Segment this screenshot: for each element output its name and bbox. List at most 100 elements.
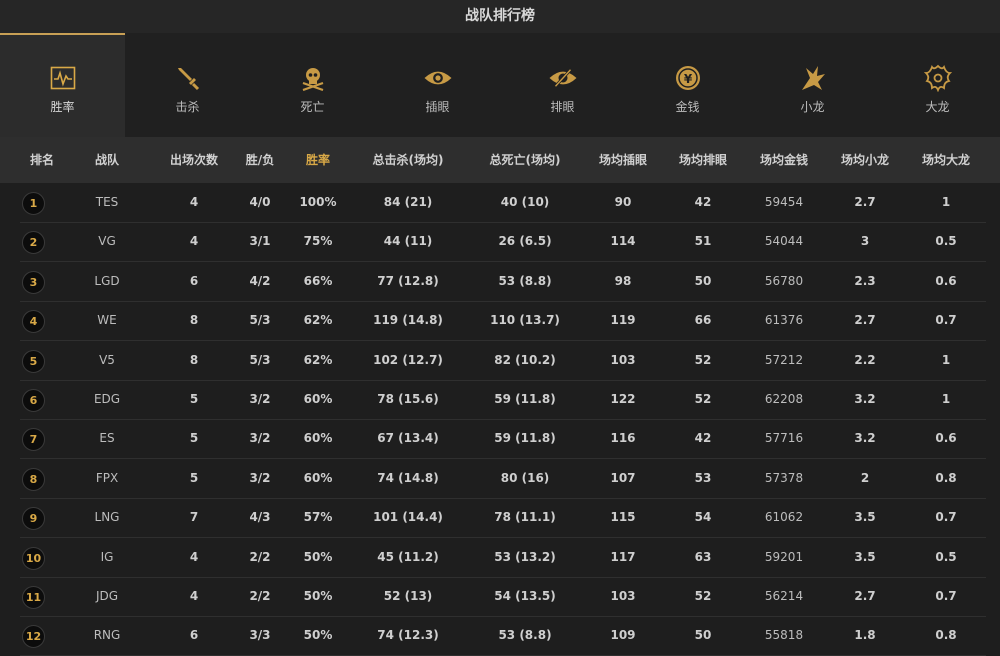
win-loss: 3/2 <box>249 392 271 406</box>
dragons-value: 2.2 <box>854 352 876 367</box>
winrate-value: 50% <box>303 628 333 643</box>
tab-gold[interactable]: ¥ 金钱 <box>625 33 750 137</box>
barons-value: 0.7 <box>935 510 957 525</box>
barons-value: 1 <box>941 392 951 406</box>
table-row[interactable]: 3 LGD 6 4/2 66% 77 (12.8) 53 (8.8) 98 50 56780 2.3… <box>20 262 986 302</box>
kills-value: 45 (11.2) <box>377 549 439 564</box>
gold-value: 59454 <box>764 195 804 209</box>
gold-value: 55818 <box>764 628 804 643</box>
winrate-value: 50% <box>303 549 333 564</box>
table-row[interactable]: 1 TES 4 4/0 100% 84 (21) 40 (10) 90 42 59454 2.7 1 <box>20 183 986 223</box>
wards-cleared-value: 50 <box>694 628 712 643</box>
barons-value: 1 <box>941 195 951 209</box>
deaths-value: 59 (11.8) <box>494 431 556 446</box>
tab-wards-cleared[interactable]: 排眼 <box>500 33 625 137</box>
col-winrate[interactable]: 胜率 <box>306 137 330 183</box>
tab-barons[interactable]: 大龙 <box>875 33 1000 137</box>
winrate-value: 62% <box>303 313 333 328</box>
barons-value: 0.5 <box>935 549 957 564</box>
rank-badge: 8 <box>22 467 45 491</box>
wards-placed-value: 117 <box>610 549 636 564</box>
table-row[interactable]: 7 ES 5 3/2 60% 67 (13.4) 59 (11.8) 116 42 57716 3.… <box>20 419 986 460</box>
games-played: 8 <box>189 313 199 328</box>
dragons-value: 1.8 <box>854 628 876 643</box>
wards-cleared-value: 51 <box>694 234 712 249</box>
tab-winrate[interactable]: 胜率 <box>0 33 125 137</box>
wards-placed-value: 103 <box>610 589 636 603</box>
table-row[interactable]: 9 LNG 7 4/3 57% 101 (14.4) 78 (11.1) 115 54 61062… <box>20 498 986 539</box>
table-row[interactable]: 8 FPX 5 3/2 60% 74 (14.8) 80 (16) 107 53 57378 2 0.… <box>20 459 986 499</box>
wards-placed-value: 116 <box>610 431 636 446</box>
wards-cleared-value: 53 <box>694 470 712 485</box>
team-name: WE <box>97 313 117 328</box>
col-deaths: 总死亡(场均) <box>489 153 561 167</box>
dragon-icon <box>798 63 828 93</box>
games-played: 5 <box>189 470 199 485</box>
team-name: VG <box>98 234 116 249</box>
wards-cleared-value: 66 <box>694 313 712 328</box>
col-win-loss: 胜/负 <box>245 153 275 167</box>
kills-value: 101 (14.4) <box>373 510 443 525</box>
barons-value: 0.5 <box>935 234 957 249</box>
rank-badge: 6 <box>22 389 45 412</box>
table-row[interactable]: 2 VG 4 3/1 75% 44 (11) 26 (6.5) 114 51 54044 3 0.5 <box>20 222 986 263</box>
col-dragons: 场均小龙 <box>840 153 890 167</box>
tab-label: 小龙 <box>800 100 825 114</box>
barons-value: 1 <box>941 352 951 367</box>
dragons-value: 3.2 <box>854 392 876 406</box>
dragons-value: 3.5 <box>854 549 876 564</box>
col-barons: 场均大龙 <box>921 153 971 167</box>
win-loss: 2/2 <box>249 589 271 603</box>
rank-badge: 11 <box>22 586 45 609</box>
deaths-value: 110 (13.7) <box>490 313 560 328</box>
tab-wards-placed[interactable]: 插眼 <box>375 33 500 137</box>
table-row[interactable]: 11 JDG 4 2/2 50% 52 (13) 54 (13.5) 103 52 56214 2.… <box>20 577 986 617</box>
ranking-table: 1 TES 4 4/0 100% 84 (21) 40 (10) 90 42 59454 2.7 1 2… <box>0 183 1000 656</box>
barons-value: 0.7 <box>935 313 957 328</box>
skull-icon <box>298 63 328 93</box>
games-played: 8 <box>189 352 199 367</box>
table-row[interactable]: 5 V5 8 5/3 62% 102 (12.7) 82 (10.2) 103 52 57212 2… <box>20 341 986 381</box>
gold-value: 59201 <box>764 549 804 564</box>
gold-value: 61062 <box>764 510 804 525</box>
wards-placed-value: 115 <box>610 510 636 525</box>
table-row[interactable]: 6 EDG 5 3/2 60% 78 (15.6) 59 (11.8) 122 52 62208 3… <box>20 380 986 420</box>
page-title: 战队排行榜 <box>0 0 1000 33</box>
dragons-value: 3 <box>860 234 870 249</box>
tab-label: 插眼 <box>425 100 450 114</box>
kills-value: 78 (15.6) <box>377 392 439 406</box>
kills-value: 74 (14.8) <box>377 470 439 485</box>
win-loss: 5/3 <box>249 352 271 367</box>
games-played: 5 <box>189 392 199 406</box>
table-row[interactable]: 10 IG 4 2/2 50% 45 (11.2) 53 (13.2) 117 63 59201 3… <box>20 538 986 578</box>
winrate-value: 75% <box>303 234 333 249</box>
tab-label: 大龙 <box>925 100 950 114</box>
deaths-value: 53 (8.8) <box>498 628 552 643</box>
rank-badge: 9 <box>22 507 45 531</box>
gold-value: 57378 <box>764 470 804 485</box>
rank-badge: 3 <box>22 270 45 294</box>
kills-value: 67 (13.4) <box>377 431 439 446</box>
deaths-value: 53 (13.2) <box>494 549 556 564</box>
win-loss: 4/0 <box>249 195 271 209</box>
col-kills: 总击杀(场均) <box>372 153 444 167</box>
kills-value: 119 (14.8) <box>373 313 443 328</box>
rank-badge: 2 <box>22 231 45 255</box>
rank-badge: 7 <box>22 428 45 452</box>
dragons-value: 2.7 <box>854 589 876 603</box>
table-row[interactable]: 12 RNG 6 3/3 50% 74 (12.3) 53 (8.8) 109 50 55818 1… <box>20 616 986 656</box>
winrate-value: 50% <box>303 589 333 603</box>
tab-label: 击杀 <box>175 100 200 114</box>
tab-kills[interactable]: 击杀 <box>125 33 250 137</box>
games-played: 4 <box>189 549 199 564</box>
baron-icon <box>923 63 953 93</box>
dragons-value: 2.7 <box>854 313 876 328</box>
table-row[interactable]: 4 WE 8 5/3 62% 119 (14.8) 110 (13.7) 119 66 61376… <box>20 301 986 342</box>
tab-dragons[interactable]: 小龙 <box>750 33 875 137</box>
gold-value: 56780 <box>764 273 804 288</box>
barons-value: 0.8 <box>935 628 957 643</box>
wards-cleared-value: 52 <box>694 352 712 367</box>
winrate-value: 66% <box>303 273 333 288</box>
tab-deaths[interactable]: 死亡 <box>250 33 375 137</box>
winrate-value: 57% <box>303 510 333 525</box>
